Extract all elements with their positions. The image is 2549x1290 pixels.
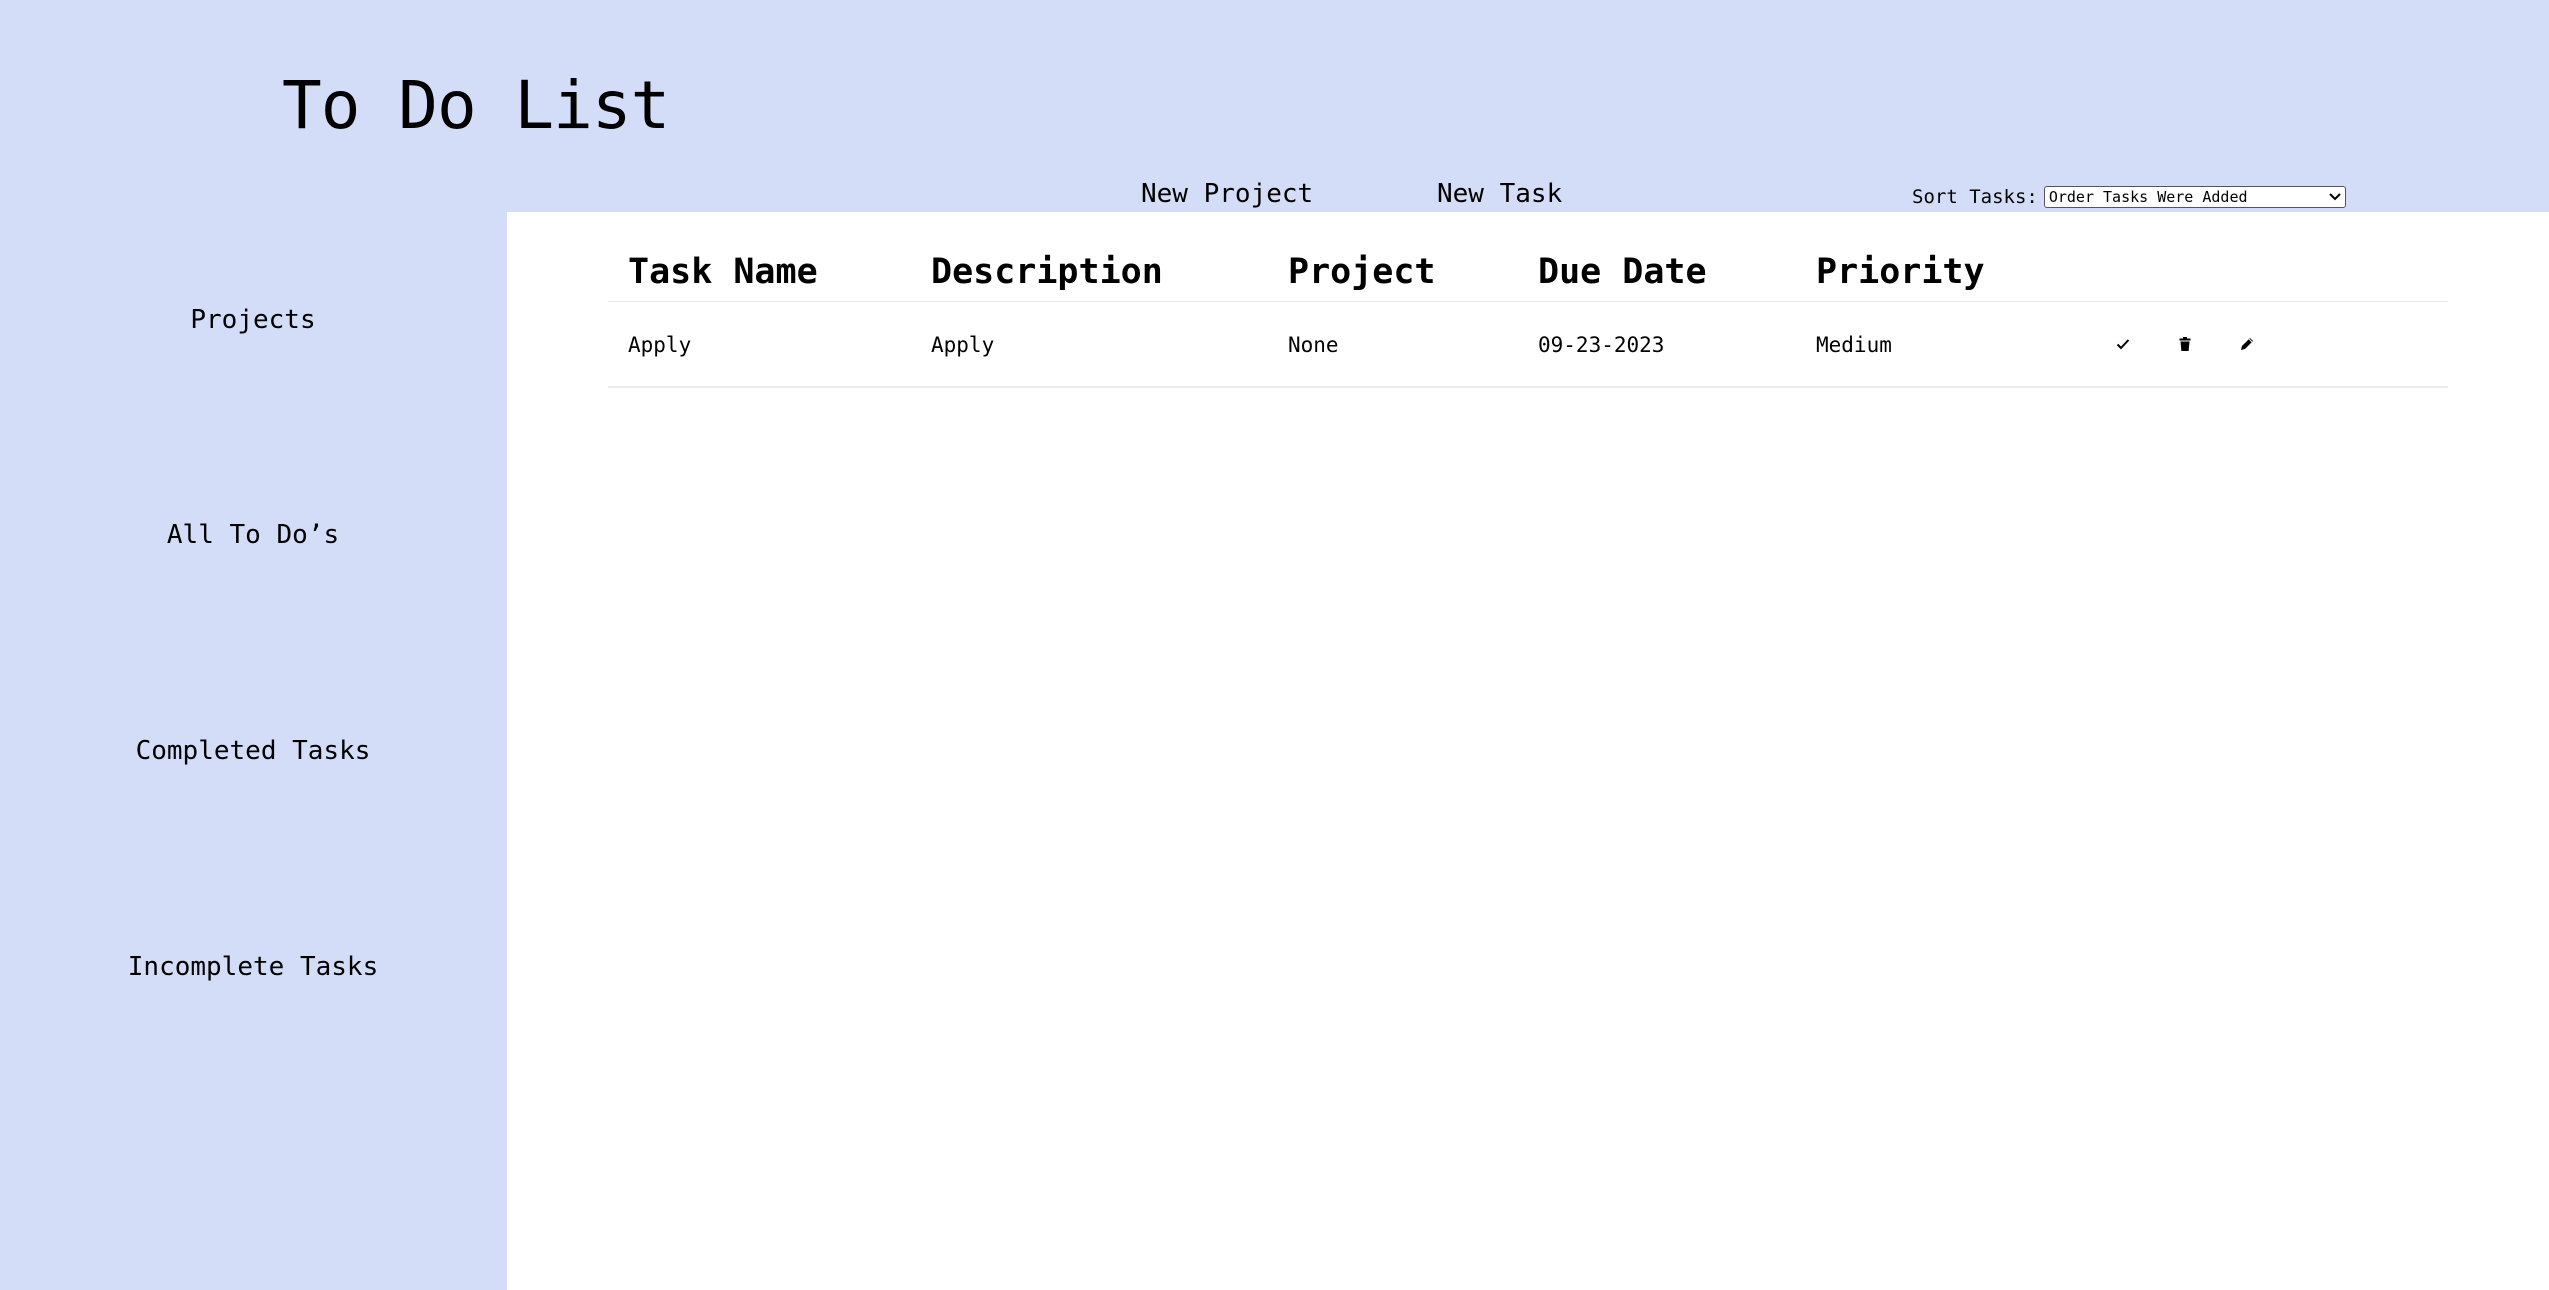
header-due-date: Due Date	[1538, 252, 1707, 292]
trash-icon[interactable]	[2173, 332, 2197, 356]
chevron-down-icon	[2329, 191, 2341, 204]
table-row: Apply Apply None 09-23-2023 Medium	[608, 302, 2448, 388]
sort-select[interactable]: Order Tasks Were Added	[2043, 186, 2346, 208]
page-title: To Do List	[282, 67, 670, 144]
header-project: Project	[1288, 252, 1436, 292]
sidebar-item-incomplete-tasks[interactable]: Incomplete Tasks	[0, 949, 506, 985]
cell-task-name: Apply	[628, 333, 692, 357]
sidebar-item-completed-tasks[interactable]: Completed Tasks	[0, 733, 506, 769]
header-task-name: Task Name	[628, 252, 818, 292]
app-root: To Do List New Project New Task Sort Tas…	[0, 0, 2549, 1290]
sidebar-item-all-todos[interactable]: All To Do’s	[0, 517, 506, 553]
cell-due-date: 09-23-2023	[1538, 333, 1665, 357]
sidebar: Projects All To Do’s Completed Tasks Inc…	[0, 212, 506, 1290]
sidebar-item-projects[interactable]: Projects	[0, 302, 506, 338]
header-priority: Priority	[1816, 252, 1985, 292]
table-header: Task Name Description Project Due Date P…	[608, 232, 2448, 302]
new-project-button[interactable]: New Project	[1141, 176, 1313, 212]
pencil-icon[interactable]	[2235, 332, 2259, 356]
new-task-button[interactable]: New Task	[1437, 176, 1562, 212]
check-icon[interactable]	[2111, 332, 2135, 356]
cell-project: None	[1288, 333, 1339, 357]
cell-description: Apply	[931, 333, 995, 357]
sort-control: Sort Tasks: Order Tasks Were Added	[1912, 184, 2346, 210]
task-table: Task Name Description Project Due Date P…	[608, 232, 2448, 388]
sort-label: Sort Tasks:	[1912, 186, 2038, 208]
cell-priority: Medium	[1816, 333, 1892, 357]
main-panel: Task Name Description Project Due Date P…	[507, 212, 2549, 1290]
sort-select-value: Order Tasks Were Added	[2048, 188, 2248, 206]
header-description: Description	[931, 252, 1163, 292]
